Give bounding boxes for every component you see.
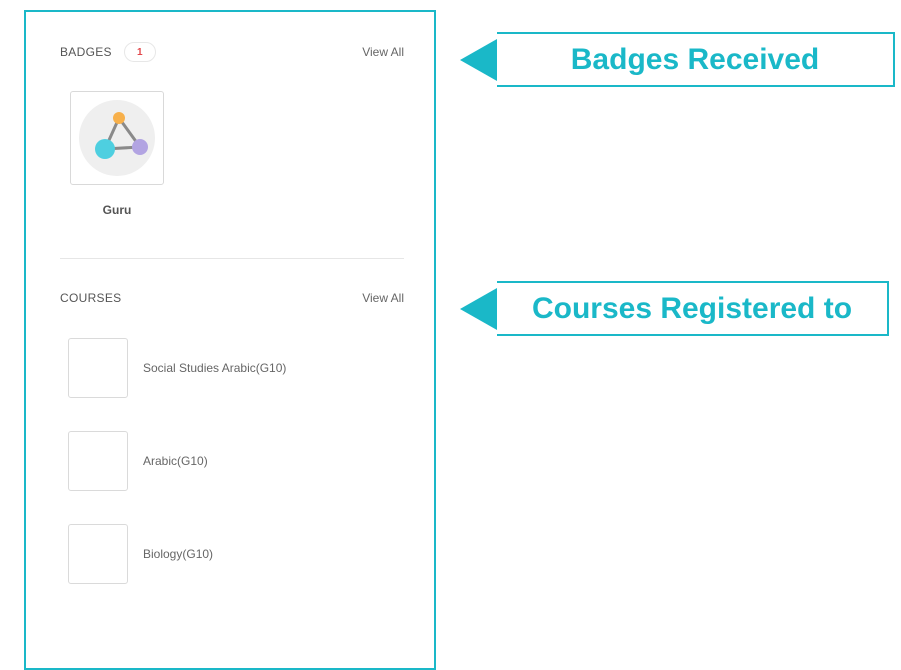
badges-callout-label: Badges Received [570, 42, 820, 76]
course-name: Arabic(G10) [143, 454, 208, 468]
profile-panel: BADGES 1 View All Guru COURSES View All … [24, 10, 436, 670]
course-thumbnail [68, 338, 128, 398]
course-thumbnail [68, 524, 128, 584]
course-item[interactable]: Biology(G10) [68, 524, 414, 584]
badges-header: BADGES 1 View All [60, 42, 404, 62]
badge-card-guru[interactable] [70, 91, 164, 185]
badges-callout-box: Badges Received [497, 32, 895, 87]
course-name: Social Studies Arabic(G10) [143, 361, 287, 375]
badges-title: BADGES [60, 45, 112, 59]
course-thumbnail [68, 431, 128, 491]
badge-name-guru: Guru [102, 203, 132, 217]
courses-header: COURSES View All [60, 288, 404, 308]
course-item[interactable]: Arabic(G10) [68, 431, 414, 491]
badges-view-all-link[interactable]: View All [362, 45, 404, 59]
courses-callout-label: Courses Registered to [531, 291, 853, 325]
badges-count-badge: 1 [123, 42, 156, 62]
courses-title: COURSES [60, 291, 122, 305]
courses-view-all-link[interactable]: View All [362, 291, 404, 305]
guru-network-icon [79, 100, 155, 176]
course-name: Biology(G10) [143, 547, 214, 561]
course-item[interactable]: Social Studies Arabic(G10) [68, 338, 414, 398]
badges-title-group: BADGES 1 [60, 42, 156, 62]
callout-arrow-icon [460, 39, 497, 81]
callout-arrow-icon [460, 288, 497, 330]
section-divider [60, 258, 404, 259]
courses-callout-box: Courses Registered to [497, 281, 889, 336]
